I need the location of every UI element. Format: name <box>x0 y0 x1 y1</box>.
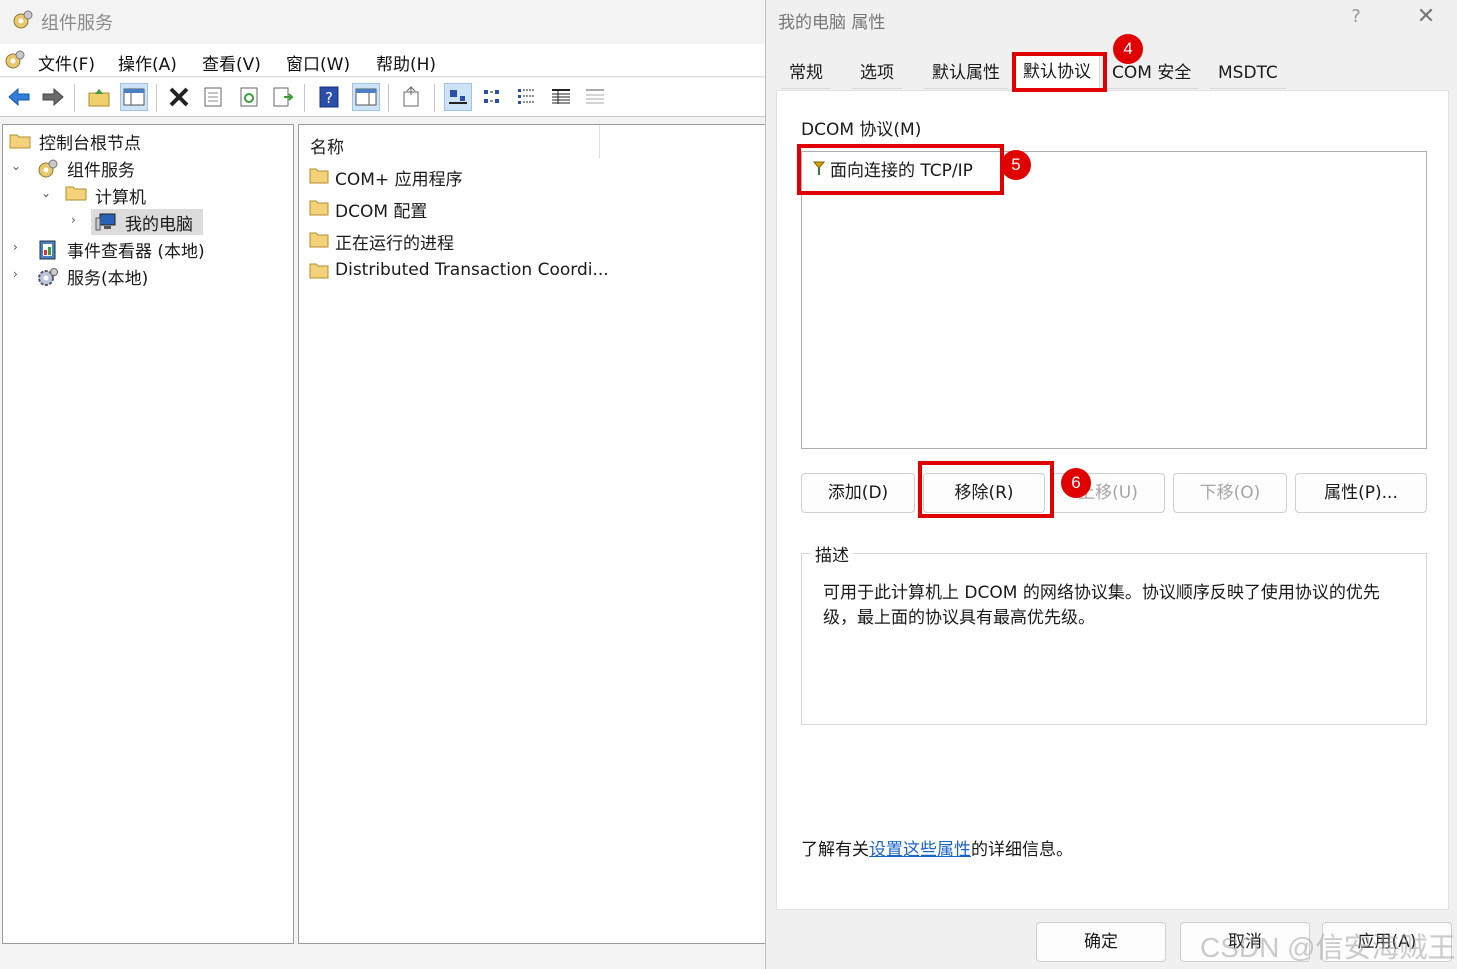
export-list-icon[interactable] <box>270 84 296 110</box>
add-button[interactable]: 添加(D) <box>801 473 915 513</box>
my-computer-icon <box>95 213 116 231</box>
menu-action[interactable]: 操作(A) <box>118 50 177 75</box>
menu-view[interactable]: 查看(V) <box>202 50 261 75</box>
menu-bar: 文件(F) 操作(A) 查看(V) 窗口(W) 帮助(H) <box>0 44 766 77</box>
folder-icon <box>309 200 329 216</box>
disabled-view-icon <box>582 84 608 110</box>
tree-node-label: 我的电脑 <box>125 215 193 235</box>
chevron-right-icon[interactable]: › <box>13 267 18 281</box>
chevron-right-icon[interactable]: › <box>13 240 18 254</box>
help-button[interactable]: ? <box>1344 6 1368 27</box>
tab-options[interactable]: 选项 <box>852 56 902 89</box>
show-action-pane-icon[interactable] <box>352 83 380 111</box>
annotation-box-remove-button <box>918 461 1054 518</box>
dialog-title: 我的电脑 属性 <box>778 13 886 33</box>
dcom-protocols-list[interactable]: 面向连接的 TCP/IP <box>801 151 1427 449</box>
folder-icon <box>309 168 329 184</box>
help-icon[interactable]: ? <box>316 84 342 110</box>
large-icons-view-icon[interactable] <box>444 83 472 111</box>
menu-file[interactable]: 文件(F) <box>38 50 95 75</box>
folder-icon <box>65 186 87 201</box>
component-services-icon <box>13 10 33 29</box>
tree-node-label: 组件服务 <box>67 161 135 181</box>
new-item-icon[interactable] <box>398 84 424 110</box>
column-header-label: 名称 <box>310 138 344 158</box>
close-icon[interactable]: ✕ <box>1414 4 1438 29</box>
annotation-badge-5: 5 <box>1001 150 1031 180</box>
tree-node-label: 服务(本地) <box>67 269 149 289</box>
move-down-button: 下移(O) <box>1173 473 1287 513</box>
tree-node-my-computer[interactable]: › 我的电脑 <box>71 209 203 235</box>
description-legend: 描述 <box>811 541 853 566</box>
chevron-down-icon[interactable]: ⌄ <box>41 186 51 200</box>
refresh-icon[interactable] <box>236 84 262 110</box>
delete-icon[interactable] <box>166 84 192 110</box>
window-title: 组件服务 <box>41 13 113 34</box>
description-group <box>801 553 1427 725</box>
folder-icon <box>309 263 329 279</box>
show-hide-tree-icon[interactable] <box>120 83 148 111</box>
up-folder-icon[interactable] <box>86 84 112 110</box>
ok-button[interactable]: 确定 <box>1036 922 1166 962</box>
console-tree: 控制台根节点 ⌄ 组件服务 ⌄ 计算机 › 我的电脑 › 事件查看器 (本地) … <box>2 124 294 944</box>
description-text: 可用于此计算机上 DCOM 的网络协议集。协议顺序反映了使用协议的优先级，最上面… <box>823 583 1380 628</box>
list-item-label: DCOM 配置 <box>335 202 428 222</box>
folder-icon <box>309 232 329 248</box>
list-item-label: COM+ 应用程序 <box>335 170 463 190</box>
menu-window[interactable]: 窗口(W) <box>286 50 350 75</box>
small-icons-view-icon[interactable] <box>480 84 506 110</box>
annotation-badge-6: 6 <box>1061 468 1091 498</box>
learn-more-suffix: 的详细信息。 <box>971 840 1073 860</box>
detail-view-icon[interactable] <box>548 84 574 110</box>
back-icon[interactable] <box>6 84 32 110</box>
tree-node-label: 控制台根节点 <box>39 134 141 154</box>
annotation-box-protocol-item <box>797 144 1004 195</box>
result-list: 名称 COM+ 应用程序 DCOM 配置 正在运行的进程 Distributed… <box>298 124 767 944</box>
properties-icon[interactable] <box>200 84 226 110</box>
svg-text:?: ? <box>325 89 333 107</box>
chevron-right-icon[interactable]: › <box>71 213 76 227</box>
csdn-watermark: CSDN @信安海贼王 <box>1200 932 1456 963</box>
learn-more-line: 了解有关设置这些属性的详细信息。 <box>801 835 1073 860</box>
tab-panel-default-protocols: DCOM 协议(M) 面向连接的 TCP/IP 添加(D) 移除(R) 上移(U… <box>776 90 1449 910</box>
learn-more-prefix: 了解有关 <box>801 840 869 860</box>
tree-node-label: 计算机 <box>95 188 146 208</box>
tab-general[interactable]: 常规 <box>781 56 831 89</box>
event-viewer-icon <box>39 240 56 260</box>
learn-more-link[interactable]: 设置这些属性 <box>869 840 971 860</box>
protocol-properties-button[interactable]: 属性(P)... <box>1295 473 1427 513</box>
list-item-label: 正在运行的进程 <box>335 234 454 254</box>
tab-msdtc[interactable]: MSDTC <box>1210 56 1286 89</box>
chevron-down-icon[interactable]: ⌄ <box>11 159 21 173</box>
menu-help[interactable]: 帮助(H) <box>376 50 436 75</box>
component-services-icon <box>38 159 58 178</box>
column-header-name[interactable]: 名称 <box>299 125 600 159</box>
dcom-protocols-label: DCOM 协议(M) <box>801 120 922 140</box>
services-gear-icon <box>38 268 58 286</box>
annotation-badge-4: 4 <box>1113 34 1143 64</box>
component-services-icon[interactable] <box>4 49 26 71</box>
tab-default-properties[interactable]: 默认属性 <box>924 56 1008 89</box>
list-view-icon[interactable] <box>514 84 540 110</box>
list-item-label: Distributed Transaction Coordi... <box>335 260 609 280</box>
title-bar: 组件服务 <box>0 0 766 42</box>
toolbar: ? <box>0 78 766 117</box>
component-services-window: 组件服务 文件(F) 操作(A) 查看(V) 窗口(W) 帮助(H) ? 控制台… <box>0 0 767 969</box>
tree-node-label: 事件查看器 (本地) <box>67 242 205 262</box>
folder-icon <box>9 134 31 149</box>
forward-icon[interactable] <box>40 84 66 110</box>
annotation-box-default-protocols-tab <box>1012 52 1107 92</box>
